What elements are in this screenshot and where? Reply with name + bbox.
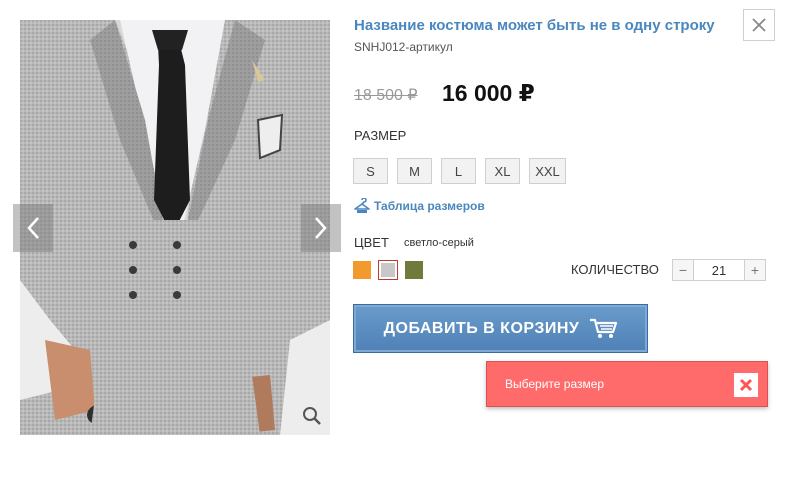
error-toast: Выберите размер: [486, 361, 768, 407]
close-icon: [739, 378, 753, 392]
add-to-cart-button[interactable]: ДОБАВИТЬ В КОРЗИНУ: [353, 304, 648, 353]
current-price: 16 000 ₽: [442, 80, 535, 106]
color-label: ЦВЕТ: [354, 235, 389, 250]
color-swatch-orange[interactable]: [353, 261, 371, 279]
color-swatches: [353, 260, 423, 280]
size-option-l[interactable]: L: [441, 158, 476, 184]
size-option-m[interactable]: M: [397, 158, 432, 184]
size-option-xxl[interactable]: XXL: [529, 158, 566, 184]
chevron-right-icon: [315, 217, 327, 239]
toast-close-button[interactable]: [734, 373, 758, 397]
quantity-increase-button[interactable]: +: [744, 259, 766, 281]
cart-icon: [590, 318, 618, 338]
product-title: Название костюма может быть не в одну ст…: [354, 17, 715, 34]
prev-image-button[interactable]: [13, 204, 53, 252]
size-table-label: Таблица размеров: [374, 199, 485, 213]
color-swatch-olive[interactable]: [405, 261, 423, 279]
size-option-s[interactable]: S: [353, 158, 388, 184]
quantity-decrease-button[interactable]: −: [672, 259, 694, 281]
add-to-cart-label: ДОБАВИТЬ В КОРЗИНУ: [383, 319, 580, 337]
size-option-xl[interactable]: XL: [485, 158, 520, 184]
color-value: светло-серый: [404, 237, 474, 249]
close-icon: [752, 18, 766, 32]
color-swatch-light-gray[interactable]: [378, 260, 398, 280]
magnifier-icon: [303, 407, 321, 425]
chevron-left-icon: [27, 217, 39, 239]
next-image-button[interactable]: [301, 204, 341, 252]
close-button[interactable]: [743, 9, 775, 41]
quantity-input[interactable]: [694, 259, 744, 281]
toast-message: Выберите размер: [505, 377, 605, 391]
hanger-icon: [354, 198, 370, 213]
suit-photo: [20, 20, 330, 435]
size-options: S M L XL XXL: [353, 158, 566, 184]
size-label: РАЗМЕР: [354, 128, 407, 143]
old-price: 18 500 ₽: [354, 87, 418, 104]
product-image[interactable]: [20, 20, 330, 435]
quantity-label: КОЛИЧЕСТВО: [571, 262, 659, 277]
zoom-button[interactable]: [300, 404, 324, 428]
quantity-stepper: − +: [672, 259, 766, 281]
product-sku: SNHJ012-артикул: [354, 40, 453, 54]
size-table-link[interactable]: Таблица размеров: [354, 198, 485, 214]
